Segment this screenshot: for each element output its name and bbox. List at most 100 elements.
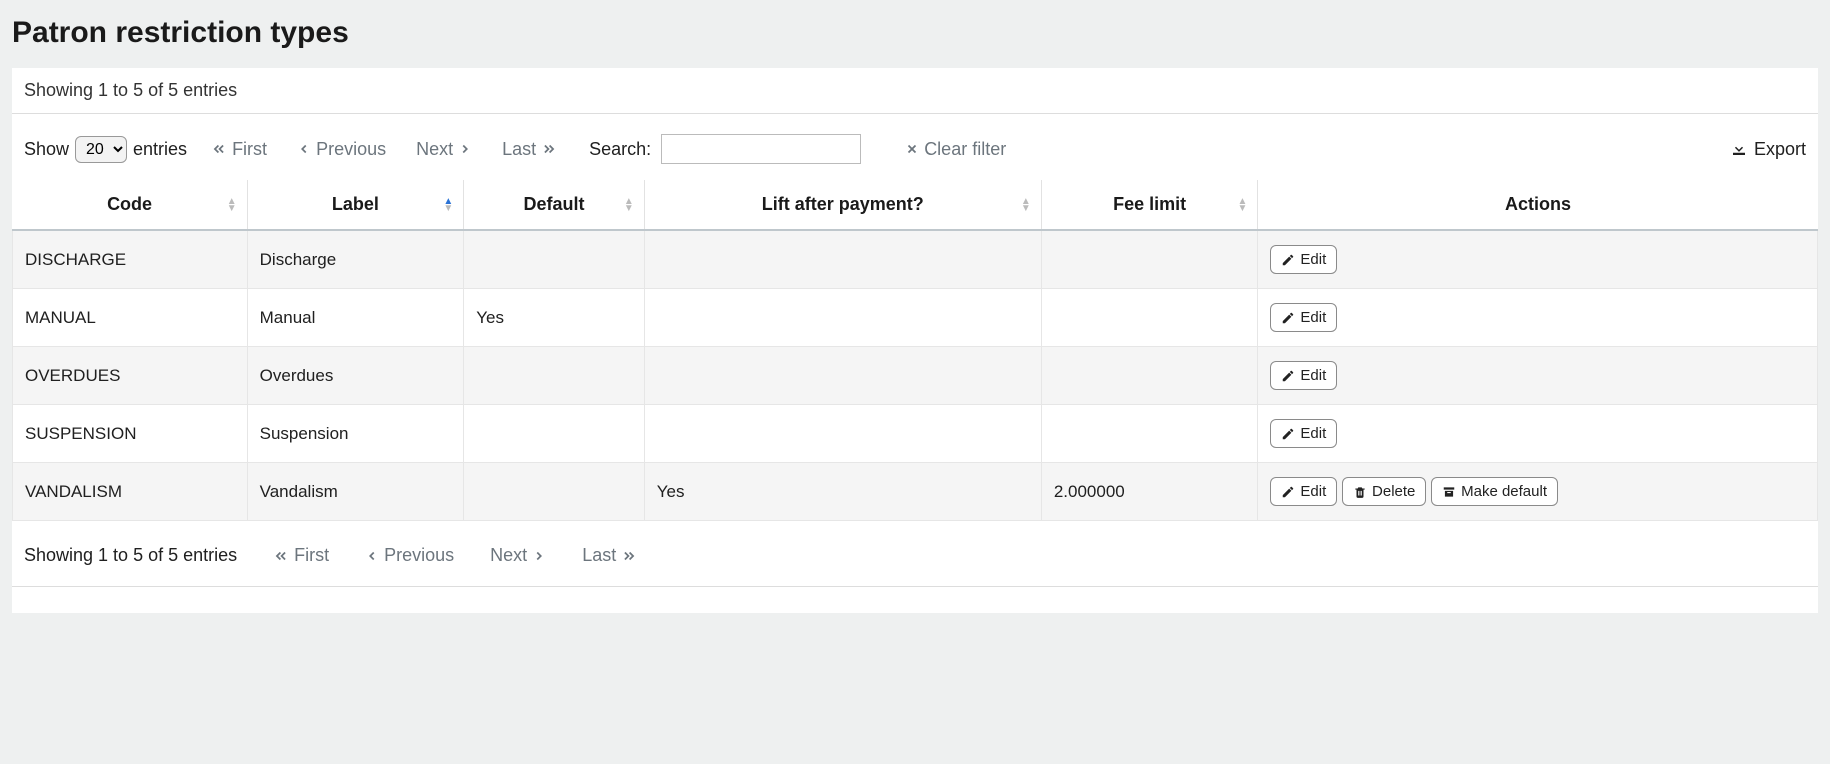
- download-icon: [1730, 140, 1748, 158]
- chevron-left-icon: [365, 549, 379, 563]
- edit-button-label: Edit: [1300, 367, 1326, 384]
- last-page-button[interactable]: Last: [502, 139, 557, 160]
- pencil-icon: [1281, 427, 1295, 441]
- table-row: OVERDUESOverduesEdit: [13, 347, 1818, 405]
- cell-code: DISCHARGE: [13, 230, 248, 289]
- cell-lift: Yes: [644, 463, 1041, 521]
- edit-button[interactable]: Edit: [1270, 477, 1337, 506]
- col-header-fee[interactable]: Fee limit ▲▼: [1041, 180, 1258, 230]
- edit-button[interactable]: Edit: [1270, 303, 1337, 332]
- pencil-icon: [1281, 311, 1295, 325]
- chevron-double-right-icon: [621, 549, 637, 563]
- first-page-button-bottom[interactable]: First: [273, 545, 329, 566]
- next-label: Next: [416, 139, 453, 160]
- cell-lift: [644, 347, 1041, 405]
- make-default-button-label: Make default: [1461, 483, 1547, 500]
- edit-button-label: Edit: [1300, 251, 1326, 268]
- cell-fee: [1041, 347, 1258, 405]
- cell-default: [464, 347, 645, 405]
- cell-fee: [1041, 289, 1258, 347]
- cell-code: MANUAL: [13, 289, 248, 347]
- col-lift-label: Lift after payment?: [762, 194, 924, 214]
- clear-filter-button[interactable]: Clear filter: [905, 139, 1006, 160]
- col-header-actions: Actions: [1258, 180, 1818, 230]
- col-header-default[interactable]: Default ▲▼: [464, 180, 645, 230]
- cell-default: [464, 405, 645, 463]
- cell-actions: Edit: [1258, 405, 1818, 463]
- page-length-control: Show 20 entries: [24, 136, 187, 163]
- cell-actions: Edit: [1258, 230, 1818, 289]
- col-fee-label: Fee limit: [1113, 194, 1186, 214]
- table-row: MANUALManualYesEdit: [13, 289, 1818, 347]
- chevron-double-left-icon: [273, 549, 289, 563]
- table-row: DISCHARGEDischarge Edit: [13, 230, 1818, 289]
- delete-button-label: Delete: [1372, 483, 1415, 500]
- col-header-code[interactable]: Code ▲▼: [13, 180, 248, 230]
- edit-button[interactable]: Edit: [1270, 245, 1337, 274]
- col-code-label: Code: [107, 194, 152, 214]
- main-panel: Showing 1 to 5 of 5 entries Show 20 entr…: [12, 68, 1818, 613]
- pencil-icon: [1281, 369, 1295, 383]
- edit-button[interactable]: Edit: [1270, 361, 1337, 390]
- table-row: SUSPENSIONSuspensionEdit: [13, 405, 1818, 463]
- last-page-button-bottom[interactable]: Last: [582, 545, 637, 566]
- next-label: Next: [490, 545, 527, 566]
- chevron-right-icon: [458, 142, 472, 156]
- col-header-lift[interactable]: Lift after payment? ▲▼: [644, 180, 1041, 230]
- next-page-button[interactable]: Next: [416, 139, 472, 160]
- cell-label: Vandalism: [247, 463, 464, 521]
- previous-page-button[interactable]: Previous: [297, 139, 386, 160]
- pencil-icon: [1281, 253, 1295, 267]
- chevron-right-icon: [532, 549, 546, 563]
- chevron-left-icon: [297, 142, 311, 156]
- cell-default: [464, 230, 645, 289]
- previous-label: Previous: [384, 545, 454, 566]
- cell-label: Overdues: [247, 347, 464, 405]
- previous-label: Previous: [316, 139, 386, 160]
- page-length-select[interactable]: 20: [75, 136, 127, 163]
- col-label-label: Label: [332, 194, 379, 214]
- table-controls: Show 20 entries First Previous Next Last: [12, 134, 1818, 174]
- col-actions-label: Actions: [1505, 194, 1571, 214]
- export-label: Export: [1754, 139, 1806, 160]
- last-label: Last: [582, 545, 616, 566]
- cell-label: Discharge: [247, 230, 464, 289]
- cell-fee: 2.000000: [1041, 463, 1258, 521]
- table-footer: Showing 1 to 5 of 5 entries First Previo…: [12, 521, 1818, 587]
- pencil-icon: [1281, 485, 1295, 499]
- make-default-button[interactable]: Make default: [1431, 477, 1558, 506]
- next-page-button-bottom[interactable]: Next: [490, 545, 546, 566]
- cell-lift: [644, 230, 1041, 289]
- x-icon: [905, 142, 919, 156]
- delete-button[interactable]: Delete: [1342, 477, 1426, 506]
- cell-code: VANDALISM: [13, 463, 248, 521]
- sort-icon: ▲▼: [227, 198, 237, 212]
- show-suffix: entries: [133, 139, 187, 160]
- pager-top: First Previous Next Last: [211, 139, 557, 160]
- cell-code: SUSPENSION: [13, 405, 248, 463]
- entries-status-top: Showing 1 to 5 of 5 entries: [12, 80, 1818, 114]
- search-input[interactable]: [661, 134, 861, 164]
- table-row: VANDALISMVandalism Yes2.000000 Edit Delete…: [13, 463, 1818, 521]
- previous-page-button-bottom[interactable]: Previous: [365, 545, 454, 566]
- edit-button[interactable]: Edit: [1270, 419, 1337, 448]
- page-title: Patron restriction types: [12, 16, 1818, 50]
- cell-fee: [1041, 405, 1258, 463]
- first-page-button[interactable]: First: [211, 139, 267, 160]
- cell-default: Yes: [464, 289, 645, 347]
- col-header-label[interactable]: Label ▲▼: [247, 180, 464, 230]
- trash-icon: [1353, 485, 1367, 499]
- first-label: First: [232, 139, 267, 160]
- cell-default: [464, 463, 645, 521]
- search-group: Search:: [589, 134, 861, 164]
- last-label: Last: [502, 139, 536, 160]
- cell-actions: Edit: [1258, 289, 1818, 347]
- cell-lift: [644, 405, 1041, 463]
- sort-icon: ▲▼: [624, 198, 634, 212]
- cell-fee: [1041, 230, 1258, 289]
- entries-status-bottom: Showing 1 to 5 of 5 entries: [24, 545, 237, 566]
- export-button[interactable]: Export: [1730, 139, 1806, 160]
- show-prefix: Show: [24, 139, 69, 160]
- edit-button-label: Edit: [1300, 425, 1326, 442]
- sort-icon-active: ▲▼: [443, 198, 453, 212]
